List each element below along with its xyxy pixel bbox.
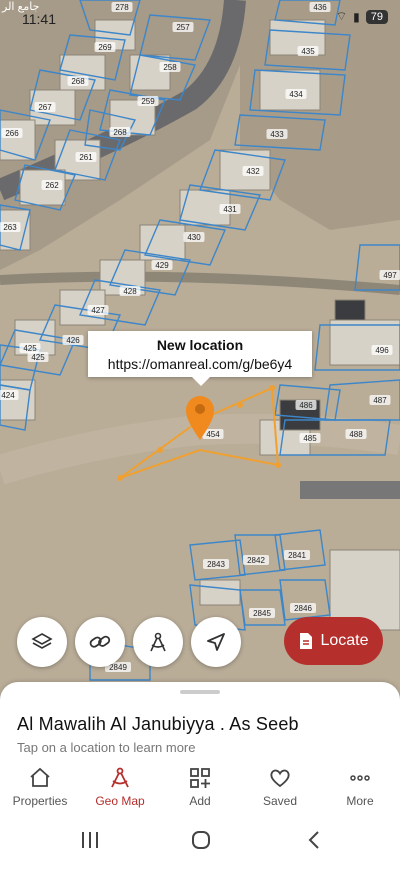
- my-location-button[interactable]: [191, 617, 241, 667]
- more-dots-icon: [348, 766, 372, 790]
- popup-title: New location: [88, 337, 312, 353]
- parcel-label: 434: [289, 90, 303, 99]
- link-icon: [88, 630, 112, 654]
- parcel-label: 426: [66, 336, 80, 345]
- parcel-label: 427: [91, 306, 105, 315]
- parcel-label: 2842: [247, 556, 265, 565]
- navigation-arrow-icon: [205, 631, 227, 653]
- compass-icon: [108, 766, 132, 790]
- satellite-map[interactable]: 2782572692582682592672682662612622634364…: [0, 0, 400, 700]
- back-icon[interactable]: [310, 832, 318, 848]
- nav-properties[interactable]: Properties: [0, 760, 80, 810]
- parcel-label: 2841: [288, 551, 306, 560]
- add-grid-icon: [188, 766, 212, 790]
- nav-saved[interactable]: Saved: [240, 760, 320, 810]
- parcel-label: 258: [163, 63, 177, 72]
- nav-add[interactable]: Add: [160, 760, 240, 810]
- status-bar: جامع الر 11:41 ⌔ ▮ 79: [0, 0, 400, 28]
- parcel-label: 430: [187, 233, 201, 242]
- layers-button[interactable]: [17, 617, 67, 667]
- parcel-label: 497: [383, 271, 397, 280]
- parcel-label: 433: [270, 130, 284, 139]
- parcel-label: 261: [79, 153, 93, 162]
- document-icon: [298, 632, 314, 650]
- home-icon: [28, 766, 52, 790]
- battery-indicator: 79: [366, 10, 388, 24]
- parcel-label: 429: [155, 261, 169, 270]
- parcel-label: 266: [5, 129, 19, 138]
- system-nav-bar: [0, 816, 400, 866]
- parcel-label: 487: [373, 396, 387, 405]
- signal-icon: ▮: [353, 10, 360, 24]
- location-sheet[interactable]: Al Mawalih Al Janubiyya . As Seeb Tap on…: [0, 682, 400, 760]
- nav-label-more: More: [346, 794, 373, 808]
- nav-label-geo-map: Geo Map: [95, 794, 144, 808]
- wifi-icon: ⌔: [336, 9, 347, 24]
- nav-label-saved: Saved: [263, 794, 297, 808]
- parcel-label: 269: [98, 43, 112, 52]
- recents-icon[interactable]: [83, 832, 97, 848]
- nav-label-properties: Properties: [13, 794, 68, 808]
- parcel-label: 2845: [253, 609, 271, 618]
- parcel-label: 428: [123, 287, 137, 296]
- parcel-label: 259: [141, 97, 155, 106]
- parcel-label: 2843: [207, 560, 225, 569]
- parcel-label: 2849: [109, 663, 127, 672]
- home-circle-icon[interactable]: [193, 832, 209, 848]
- sheet-subtitle: Tap on a location to learn more: [17, 740, 196, 755]
- nav-label-add: Add: [189, 794, 210, 808]
- layers-icon: [31, 631, 53, 653]
- nav-geo-map[interactable]: Geo Map: [80, 760, 160, 810]
- parcel-label: 263: [3, 223, 17, 232]
- parcel-label: 454: [206, 430, 220, 439]
- parcel-label: 432: [246, 167, 260, 176]
- status-time: 11:41: [22, 11, 56, 27]
- measure-button[interactable]: [133, 617, 183, 667]
- location-popup[interactable]: New location https://omanreal.com/g/be6y…: [88, 331, 312, 377]
- parcel-label: 485: [303, 434, 317, 443]
- parcel-label: 431: [223, 205, 237, 214]
- parcel-label: 268: [71, 77, 85, 86]
- heart-icon: [268, 766, 292, 790]
- share-link-button[interactable]: [75, 617, 125, 667]
- parcel-label: 488: [349, 430, 363, 439]
- parcel-label: 262: [45, 181, 59, 190]
- status-icons: ⌔ ▮ 79: [336, 9, 388, 24]
- parcel-label: 486: [299, 401, 313, 410]
- bottom-nav: Properties Geo Map Add Saved More: [0, 760, 400, 810]
- locate-label: Locate: [320, 632, 368, 650]
- nav-more[interactable]: More: [320, 760, 400, 810]
- parcel-label: 496: [375, 346, 389, 355]
- popup-url[interactable]: https://omanreal.com/g/be6y4: [88, 356, 312, 372]
- parcel-label: 268: [113, 128, 127, 137]
- parcel-label: 267: [38, 103, 52, 112]
- sheet-handle[interactable]: [180, 690, 220, 694]
- parcel-label: 435: [301, 47, 315, 56]
- compass-measure-icon: [146, 630, 170, 654]
- parcel-label: 425: [31, 353, 45, 362]
- parcel-label: 424: [1, 391, 15, 400]
- parcel-label: 425: [23, 344, 37, 353]
- sheet-title: Al Mawalih Al Janubiyya . As Seeb: [17, 714, 299, 735]
- locate-button[interactable]: Locate: [284, 617, 383, 665]
- parcel-label: 2846: [294, 604, 312, 613]
